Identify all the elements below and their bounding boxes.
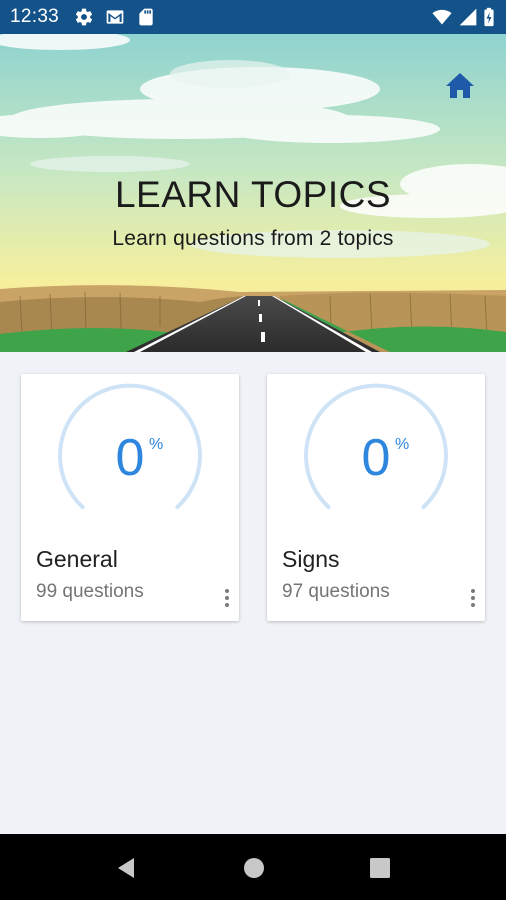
back-icon[interactable] [112, 854, 140, 882]
topic-name: General [36, 546, 118, 572]
topic-name: Signs [282, 546, 340, 572]
hero-header: LEARN TOPICS Learn questions from 2 topi… [0, 34, 506, 352]
home-circle-icon[interactable] [240, 854, 268, 882]
progress-percent: 0 [361, 429, 391, 487]
recents-icon[interactable] [366, 854, 394, 882]
home-icon[interactable] [442, 67, 478, 103]
page-subtitle: Learn questions from 2 topics [112, 227, 394, 250]
signal-icon [459, 8, 477, 26]
wifi-icon [432, 9, 452, 25]
topic-card-general[interactable]: 0 % General 99 questions [21, 374, 239, 621]
topic-card-signs[interactable]: 0 % Signs 97 questions [267, 374, 485, 621]
status-time: 12:33 [10, 6, 60, 27]
percent-sign: % [149, 436, 164, 453]
more-vert-icon[interactable] [465, 587, 481, 611]
question-count: 99 questions [36, 581, 144, 602]
question-count: 97 questions [282, 581, 390, 602]
more-vert-icon[interactable] [219, 587, 235, 611]
progress-percent: 0 [115, 429, 145, 487]
system-nav-bar [0, 834, 506, 900]
battery-icon [484, 7, 494, 27]
page-title: LEARN TOPICS [114, 174, 392, 215]
gmail-icon [106, 10, 124, 24]
gear-icon [75, 8, 93, 26]
percent-sign: % [395, 436, 410, 453]
sd-card-icon [139, 8, 153, 26]
status-bar: 12:33 [0, 0, 506, 34]
